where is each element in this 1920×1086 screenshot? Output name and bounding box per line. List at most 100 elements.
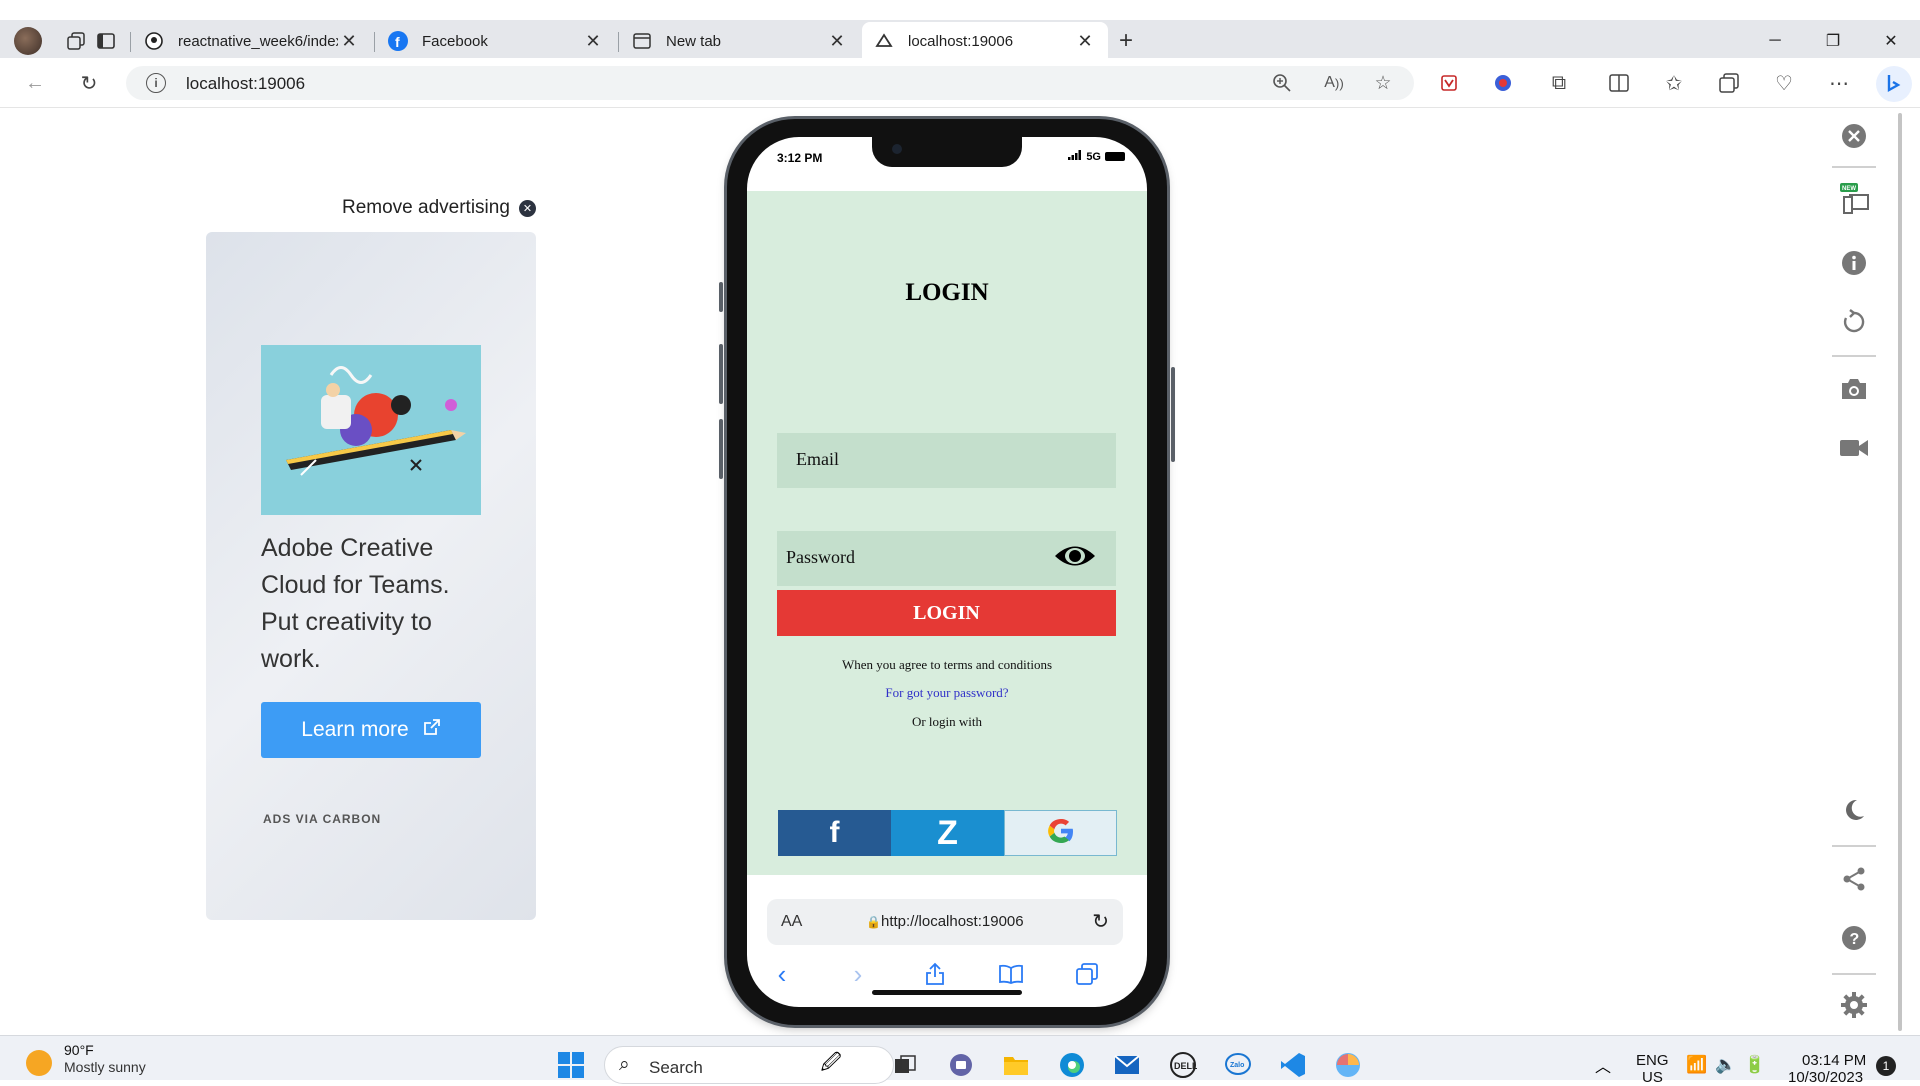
mail-icon[interactable] [1112,1050,1142,1080]
safari-forward-icon[interactable]: › [838,959,878,989]
bing-copilot-icon[interactable] [1876,66,1912,102]
language-indicator-bottom[interactable]: US [1642,1069,1663,1086]
task-view-icon[interactable] [890,1050,920,1080]
settings-more-icon[interactable]: ⋯ [1826,70,1852,96]
favorite-star-icon[interactable]: ☆ [1370,70,1396,96]
rotate-icon[interactable] [1838,306,1870,338]
device-select-icon[interactable]: NEW [1838,183,1870,215]
close-tab-icon[interactable]: ✕ [338,30,360,52]
profile-avatar[interactable] [14,27,42,55]
new-tab-button[interactable]: + [1112,27,1140,54]
extension-globe-icon[interactable] [1490,70,1516,96]
search-highlight-icon[interactable]: 🖉 [816,1050,846,1080]
eye-icon[interactable] [1054,541,1096,571]
minimize-button[interactable]: ─ [1752,26,1798,56]
safari-back-icon[interactable]: ‹ [762,959,802,989]
tab-github[interactable]: reactnative_week6/index1.js at m ✕ [132,23,372,59]
svg-text:DELL: DELL [1174,1061,1197,1071]
camera-icon[interactable] [1838,373,1870,405]
favorites-icon[interactable]: ✩ [1661,70,1687,96]
clock-date[interactable]: 10/30/2023 [1788,1069,1863,1086]
info-icon[interactable] [1838,247,1870,279]
clock-time[interactable]: 03:14 PM [1802,1052,1866,1069]
close-window-button[interactable]: ✕ [1868,26,1914,56]
dell-icon[interactable]: DELL [1168,1050,1198,1080]
expo-icon [874,31,894,51]
file-explorer-icon[interactable] [1001,1050,1031,1080]
refresh-icon[interactable]: ↻ [76,70,102,96]
read-aloud-icon[interactable]: A)) [1321,70,1347,96]
close-panel-icon[interactable] [1838,120,1870,152]
notification-badge[interactable]: 1 [1876,1056,1896,1076]
safari-tabs-icon[interactable] [1067,959,1107,989]
share-icon[interactable] [1838,863,1870,895]
tab-title: reactnative_week6/index1.js at m [178,32,338,50]
app-pinwheel-icon[interactable] [1333,1050,1363,1080]
tab-new-tab[interactable]: New tab ✕ [620,23,860,59]
show-hidden-icons-chevron-up-icon[interactable]: ︿ [1588,1050,1618,1080]
address-bar[interactable]: i localhost:19006 A)) ☆ [126,66,1414,100]
tab-strip: reactnative_week6/index1.js at m ✕ f Fac… [0,0,1920,60]
collections-icon[interactable] [1716,70,1742,96]
ad-illustration[interactable] [261,345,481,515]
close-tab-icon[interactable]: ✕ [1074,30,1096,52]
remove-advertising-link[interactable]: Remove advertising ✕ [342,197,536,219]
safari-url[interactable]: http://localhost:19006 [881,913,1024,930]
vscode-icon[interactable] [1278,1050,1308,1080]
ad-text[interactable]: Adobe Creative Cloud for Teams. Put crea… [261,530,481,678]
split-screen-icon[interactable] [1606,70,1632,96]
address-url[interactable]: localhost:19006 [186,74,305,94]
extension-shield-icon[interactable] [1436,70,1462,96]
safari-address-bar[interactable]: AA 🔒 http://localhost:19006 ↻ [767,899,1123,945]
extensions-puzzle-icon[interactable]: ⧉ [1546,70,1572,96]
rail-divider [1832,355,1876,357]
forgot-password-link[interactable]: For got your password? [747,685,1147,701]
language-indicator-top[interactable]: ENG [1636,1052,1669,1069]
restore-button[interactable]: ❐ [1810,26,1856,56]
close-tab-icon[interactable]: ✕ [582,30,604,52]
volume-icon[interactable]: 🔈 [1711,1050,1741,1080]
weather-temp: 90°F [64,1042,94,1058]
teams-chat-icon[interactable] [946,1050,976,1080]
page-scrollbar[interactable] [1890,109,1920,1035]
safari-bookmarks-icon[interactable] [991,959,1031,989]
zoom-icon[interactable] [1269,70,1295,96]
facebook-login-button[interactable]: f [778,810,891,856]
close-tab-icon[interactable]: ✕ [826,30,848,52]
back-icon[interactable]: ← [22,70,48,96]
vertical-tabs-icon[interactable] [92,28,120,54]
wifi-icon[interactable]: 📶 [1682,1050,1712,1080]
phone-side-button [719,282,723,312]
windows-start-icon[interactable] [556,1050,586,1080]
edge-browser-icon[interactable] [1057,1050,1087,1080]
tab-localhost[interactable]: localhost:19006 ✕ [862,22,1108,60]
tab-facebook[interactable]: f Facebook ✕ [376,23,616,59]
close-circle-icon[interactable]: ✕ [518,199,536,217]
password-field[interactable]: Password [777,531,1116,586]
taskbar: 90°F Mostly sunny ⌕ Search 🖉 DELL Zalo ︿… [0,1035,1920,1086]
zalo-app-icon[interactable]: Zalo [1223,1050,1253,1080]
google-icon [1045,815,1077,852]
ad-card: Adobe Creative Cloud for Teams. Put crea… [206,232,536,920]
search-icon: ⌕ [619,1054,630,1075]
browser-essentials-icon[interactable]: ♡ [1771,70,1797,96]
ads-via-carbon[interactable]: ADS VIA CARBON [263,812,381,826]
scrollbar-thumb[interactable] [1898,113,1902,1031]
taskbar-search[interactable]: ⌕ Search [604,1046,894,1084]
weather-widget[interactable]: 90°F Mostly sunny [26,1042,146,1076]
dark-mode-moon-icon[interactable] [1838,794,1870,826]
settings-gear-icon[interactable] [1838,989,1870,1021]
text-size-button[interactable]: AA [781,913,802,931]
learn-more-button[interactable]: Learn more [261,702,481,758]
login-button[interactable]: LOGIN [777,590,1116,636]
safari-share-icon[interactable] [915,959,955,989]
reload-icon[interactable]: ↻ [1092,909,1109,934]
video-record-icon[interactable] [1838,432,1870,464]
help-icon[interactable]: ? [1838,922,1870,954]
site-info-icon[interactable]: i [146,73,166,93]
email-field[interactable]: Email [777,433,1116,488]
workspaces-icon[interactable] [62,28,90,54]
zalo-login-button[interactable]: Z [891,810,1004,856]
google-login-button[interactable] [1004,810,1117,856]
battery-tray-icon[interactable]: 🔋 [1740,1050,1770,1080]
